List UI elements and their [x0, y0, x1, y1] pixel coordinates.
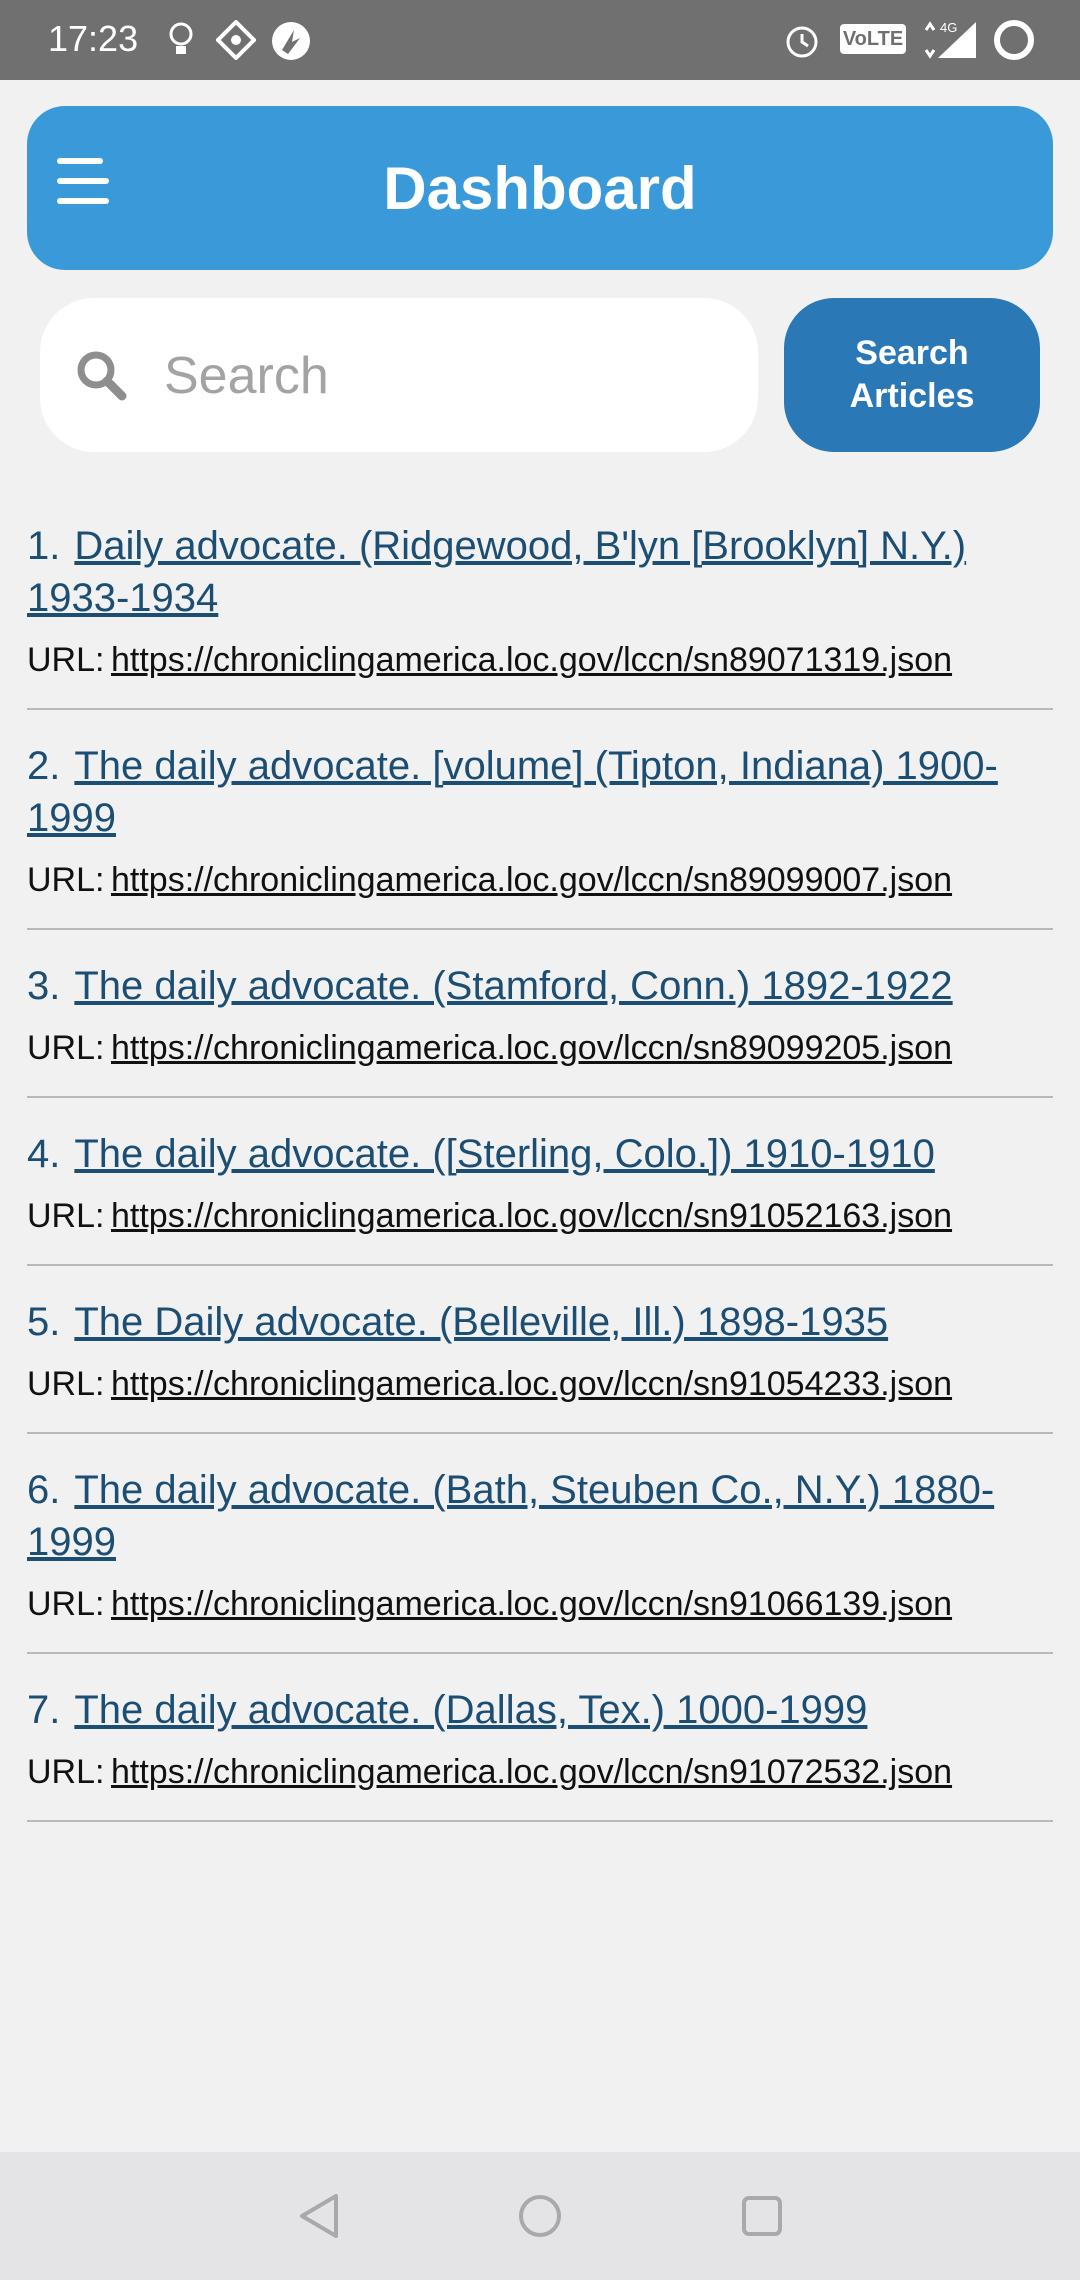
url-label: URL: [27, 1197, 105, 1235]
search-articles-button[interactable]: Search Articles [784, 298, 1040, 452]
status-time: 17:23 [48, 18, 139, 59]
result-title-link[interactable]: The daily advocate. (Dallas, Tex.) 1000-… [74, 1688, 867, 1732]
result-title-link[interactable]: The daily advocate. (Stamford, Conn.) 18… [74, 964, 952, 1008]
result-number: 1. [27, 524, 61, 568]
result-number: 7. [27, 1688, 61, 1732]
result-item: 6. The daily advocate. (Bath, Steuben Co.… [27, 1464, 1053, 1654]
page-title: Dashboard [383, 155, 697, 222]
result-url-link[interactable]: https://chroniclingamerica.loc.gov/lccn/… [111, 1026, 1011, 1070]
url-label: URL: [27, 1029, 105, 1067]
home-icon[interactable] [516, 2192, 564, 2240]
result-url-link[interactable]: https://chroniclingamerica.loc.gov/lccn/… [111, 638, 1011, 682]
result-item: 5. The Daily advocate. (Belleville, Ill.)… [27, 1296, 1053, 1434]
result-url-link[interactable]: https://chroniclingamerica.loc.gov/lccn/… [111, 1362, 1011, 1406]
app-icon [272, 22, 310, 60]
url-label: URL: [27, 641, 105, 679]
result-url-link[interactable]: https://chroniclingamerica.loc.gov/lccn/… [111, 1582, 1011, 1626]
bulb-icon [169, 22, 193, 54]
result-title-link[interactable]: The daily advocate. ([Sterling, Colo.]) … [74, 1132, 935, 1176]
result-number: 2. [27, 744, 61, 788]
svg-text:4G: 4G [940, 20, 957, 35]
url-label: URL: [27, 1753, 105, 1791]
alarm-icon [786, 26, 818, 58]
url-label: URL: [27, 1585, 105, 1623]
result-item: 7. The daily advocate. (Dallas, Tex.) 100… [27, 1684, 1053, 1822]
result-number: 4. [27, 1132, 61, 1176]
volte-icon: VoLTE [840, 24, 906, 54]
result-title-link[interactable]: The daily advocate. [volume] (Tipton, In… [27, 744, 998, 840]
result-url-link[interactable]: https://chroniclingamerica.loc.gov/lccn/… [111, 1194, 1011, 1238]
search-icon [77, 351, 127, 401]
result-title-link[interactable]: The Daily advocate. (Belleville, Ill.) 1… [74, 1300, 888, 1344]
result-item: 3. The daily advocate. (Stamford, Conn.) … [27, 960, 1053, 1098]
signal-4g-icon: 4G [924, 20, 976, 59]
url-label: URL: [27, 1365, 105, 1403]
search-input[interactable] [162, 336, 726, 416]
result-item: 2. The daily advocate. [volume] (Tipton, … [27, 740, 1053, 930]
result-number: 6. [27, 1468, 61, 1512]
dots-icon [216, 20, 256, 60]
system-nav-bar [0, 2152, 1080, 2280]
results-list: 1. Daily advocate. (Ridgewood, B'lyn [Bro… [27, 520, 1053, 2152]
result-url-link[interactable]: https://chroniclingamerica.loc.gov/lccn/… [111, 858, 1011, 902]
result-url-link[interactable]: https://chroniclingamerica.loc.gov/lccn/… [111, 1750, 1011, 1794]
result-item: 1. Daily advocate. (Ridgewood, B'lyn [Bro… [27, 520, 1053, 710]
result-number: 5. [27, 1300, 61, 1344]
battery-ring-icon [994, 20, 1034, 60]
status-bar: 17:23 VoLTE 4G [0, 0, 1080, 80]
result-title-link[interactable]: Daily advocate. (Ridgewood, B'lyn [Brook… [27, 524, 966, 620]
app-header: Dashboard [27, 106, 1053, 270]
result-title-link[interactable]: The daily advocate. (Bath, Steuben Co., … [27, 1468, 994, 1564]
back-icon[interactable] [296, 2192, 344, 2240]
search-bar[interactable] [40, 298, 758, 452]
result-number: 3. [27, 964, 61, 1008]
result-item: 4. The daily advocate. ([Sterling, Colo.]… [27, 1128, 1053, 1266]
recents-icon[interactable] [738, 2192, 786, 2240]
url-label: URL: [27, 861, 105, 899]
